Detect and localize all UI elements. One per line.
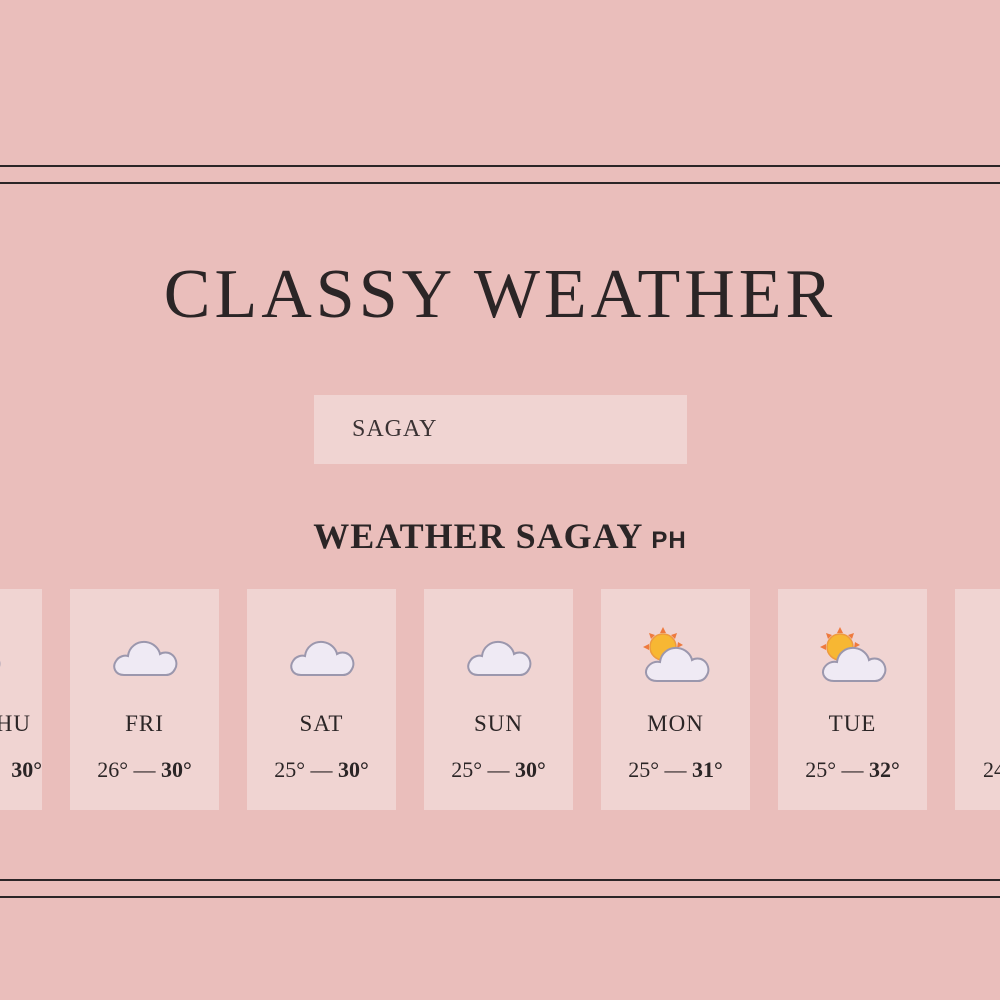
weather-icon <box>995 623 1000 685</box>
forecast-day-card: FRI 26° — 30° <box>70 589 219 810</box>
bottom-divider-outer <box>0 896 1000 898</box>
forecast-day-temps: 25° — 32° <box>778 757 927 783</box>
sun-behind-cloud-icon <box>818 623 888 685</box>
sun-behind-cloud-icon <box>641 623 711 685</box>
forecast-day-temps: 24 <box>983 757 1000 783</box>
bottom-divider-inner <box>0 879 1000 881</box>
location-search-input[interactable] <box>314 395 687 464</box>
forecast-min-temp: 24 <box>983 757 1000 782</box>
cloud-icon <box>287 623 357 685</box>
forecast-day-card: 24 <box>955 589 1000 810</box>
temp-separator: — <box>305 757 338 782</box>
forecast-max-temp: 30° <box>338 757 369 782</box>
forecast-min-temp: 25° <box>805 757 836 782</box>
forecast-min-temp: 25° <box>451 757 482 782</box>
forecast-day-card: THU 30° <box>0 589 42 810</box>
forecast-max-temp: 32° <box>869 757 900 782</box>
forecast-day-card: MON 25° — 31° <box>601 589 750 810</box>
forecast-list: THU 30° FRI 26° — 30° SAT 25° — 30° SUN … <box>0 589 1000 810</box>
cloud-icon <box>0 623 3 685</box>
forecast-day-name: MON <box>647 711 704 736</box>
forecast-max-temp: 30° <box>11 757 42 782</box>
forecast-day-name: TUE <box>828 711 877 736</box>
forecast-min-temp: 25° <box>274 757 305 782</box>
top-divider-inner <box>0 182 1000 184</box>
forecast-min-temp: 25° <box>628 757 659 782</box>
temp-separator: — <box>836 757 869 782</box>
forecast-day-name: FRI <box>125 711 164 736</box>
location-country: PH <box>651 527 687 554</box>
forecast-day-temps: 25° — 30° <box>247 757 396 783</box>
forecast-max-temp: 31° <box>692 757 723 782</box>
forecast-day-card: TUE 25° — 32° <box>778 589 927 810</box>
forecast-day-name: SAT <box>299 711 344 736</box>
location-heading: Weather Sagay PH <box>0 515 1000 557</box>
forecast-day-name: THU <box>0 711 31 736</box>
temp-separator: — <box>128 757 161 782</box>
temp-separator: — <box>482 757 515 782</box>
forecast-day-temps: 25° — 31° <box>601 757 750 783</box>
forecast-day-card: SUN 25° — 30° <box>424 589 573 810</box>
forecast-max-temp: 30° <box>515 757 546 782</box>
weather-app: Classy Weather Weather Sagay PH THU 30° F… <box>0 0 1000 1000</box>
cloud-icon <box>464 623 534 685</box>
forecast-day-name: SUN <box>473 711 523 736</box>
cloud-icon <box>110 623 180 685</box>
forecast-day-temps: 30° <box>0 757 42 783</box>
forecast-day-temps: 25° — 30° <box>424 757 573 783</box>
forecast-day-temps: 26° — 30° <box>70 757 219 783</box>
top-divider-outer <box>0 165 1000 167</box>
forecast-max-temp: 30° <box>161 757 192 782</box>
forecast-day-card: SAT 25° — 30° <box>247 589 396 810</box>
location-city: Sagay <box>515 516 644 556</box>
app-title: Classy Weather <box>163 256 837 333</box>
temp-separator: — <box>659 757 692 782</box>
forecast-min-temp: 26° <box>97 757 128 782</box>
location-prefix: Weather <box>313 516 506 556</box>
